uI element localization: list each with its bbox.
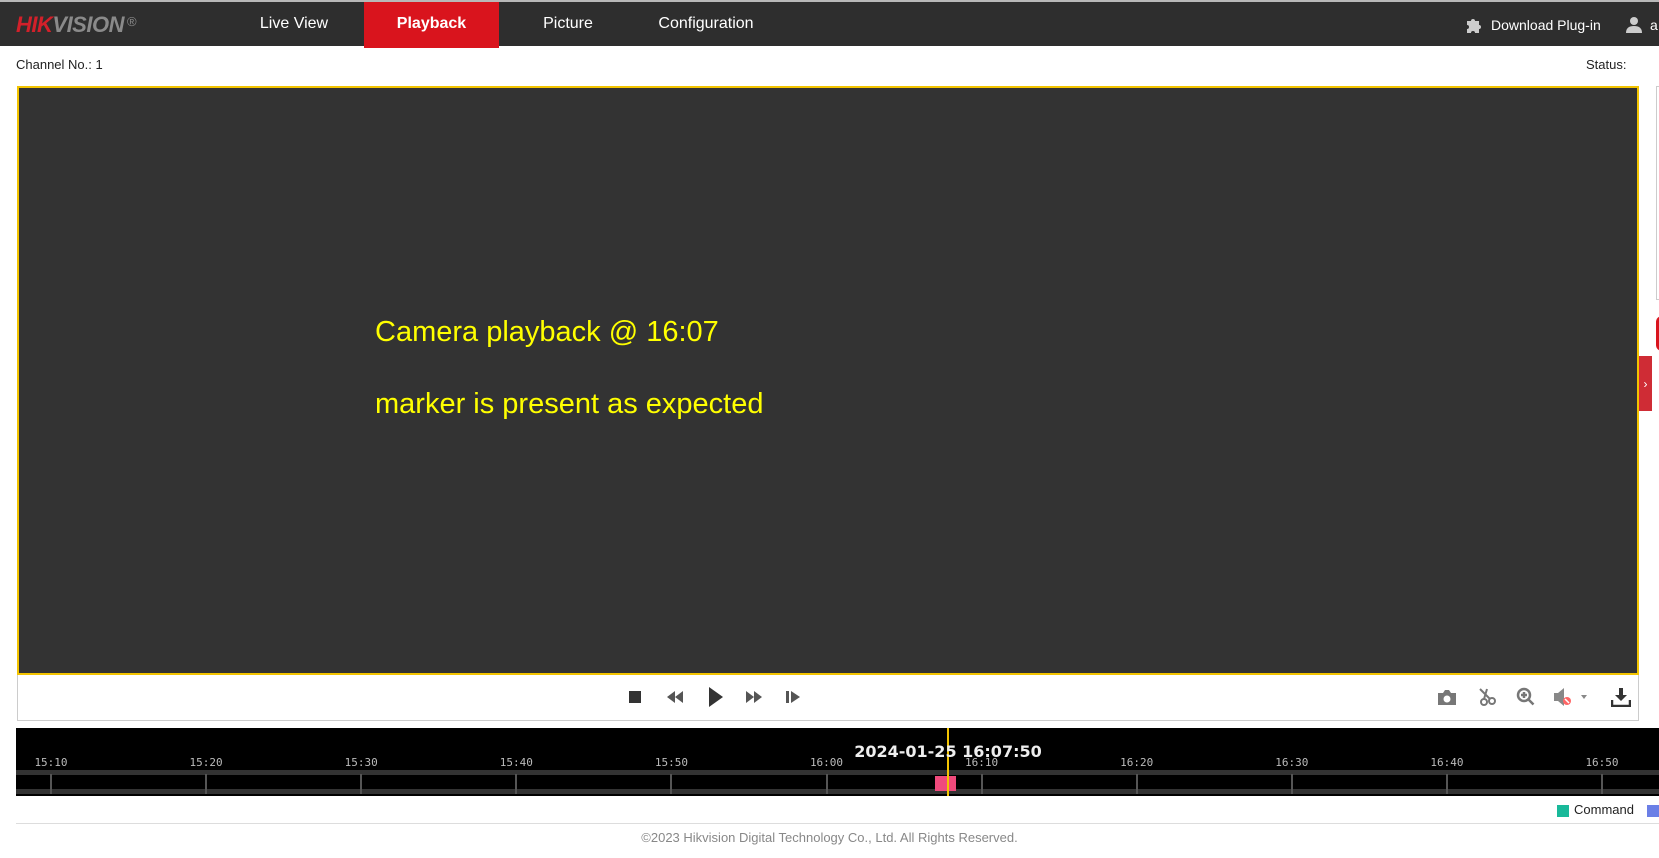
timeline-tick <box>360 774 363 794</box>
timeline-tick-label: 16:50 <box>1585 756 1619 769</box>
expand-panel-toggle[interactable]: › <box>1639 356 1652 411</box>
timeline-tick <box>1135 774 1138 794</box>
legend-label-command: Command <box>1574 802 1634 817</box>
slow-forward-icon[interactable] <box>662 685 688 709</box>
download-plugin-label: Download Plug-in <box>1491 17 1601 33</box>
timeline-tick <box>825 774 828 794</box>
clip-icon[interactable] <box>1474 685 1500 709</box>
timeline-tick-label: 15:50 <box>654 756 688 769</box>
timeline-track[interactable] <box>16 770 1659 794</box>
puzzle-icon <box>1467 19 1481 33</box>
status-label: Status: <box>1586 57 1627 72</box>
capture-icon[interactable] <box>1434 685 1460 709</box>
timeline-tick-label: 15:20 <box>189 756 223 769</box>
timeline-tick-label: 15:40 <box>499 756 533 769</box>
download-icon[interactable] <box>1608 685 1634 709</box>
timeline-tick <box>670 774 673 794</box>
copyright-footer: ©2023 Hikvision Digital Technology Co., … <box>641 830 1018 845</box>
video-playback-window[interactable]: Camera playback @ 16:07 marker is presen… <box>17 86 1639 675</box>
timeline-tick-label: 16:30 <box>1275 756 1309 769</box>
top-nav-bar: HIKVISION ® Live View Playback Picture Co… <box>0 0 1659 48</box>
fast-forward-icon[interactable] <box>741 685 767 709</box>
timeline-tick <box>980 774 983 794</box>
nav-playback[interactable]: Playback <box>364 2 499 48</box>
osd-text-line1: Camera playback @ 16:07 <box>375 316 719 348</box>
timeline-tick-label: 15:10 <box>34 756 68 769</box>
timeline-cursor[interactable] <box>946 728 949 796</box>
user-menu[interactable]: a <box>1626 2 1658 48</box>
play-icon[interactable] <box>703 685 729 709</box>
playback-timeline[interactable]: 15:10 15:20 15:30 15:40 15:50 16:00 16:10 16:20… <box>16 728 1659 796</box>
download-plugin-link[interactable]: Download Plug-in <box>1465 2 1601 48</box>
legend-swatch-2 <box>1647 805 1659 817</box>
legend-swatch-command <box>1557 805 1569 817</box>
audio-muted-icon[interactable] <box>1551 685 1591 709</box>
timeline-tick <box>50 774 52 794</box>
timeline-tick-label: 16:40 <box>1430 756 1464 769</box>
timeline-tick-label: 16:00 <box>809 756 844 769</box>
osd-text-line2: marker is present as expected <box>375 388 764 420</box>
username: a <box>1650 17 1658 33</box>
stop-icon[interactable] <box>622 685 648 709</box>
current-datetime: 2024-01-25 16:07:50 <box>854 742 1042 761</box>
timeline-tick <box>1290 774 1293 794</box>
nav-picture[interactable]: Picture <box>528 2 608 48</box>
nav-configuration[interactable]: Configuration <box>640 2 772 48</box>
hikvision-logo: HIKVISION ® <box>16 12 137 37</box>
timeline-tick <box>205 774 208 794</box>
digital-zoom-icon[interactable] <box>1513 685 1539 709</box>
record-type-legend: Command <box>16 796 1659 824</box>
single-frame-icon[interactable] <box>780 685 806 709</box>
timeline-tick-label: 16:20 <box>1120 756 1154 769</box>
timeline-tick <box>515 774 518 794</box>
timeline-tick <box>1601 774 1603 794</box>
user-icon <box>1626 17 1642 33</box>
nav-live-view[interactable]: Live View <box>242 2 346 48</box>
recording-segment <box>935 776 956 791</box>
timeline-tick <box>1445 774 1448 794</box>
timeline-tick-label: 15:30 <box>344 756 378 769</box>
channel-number: Channel No.: 1 <box>16 57 103 72</box>
playback-toolbar <box>17 675 1639 721</box>
